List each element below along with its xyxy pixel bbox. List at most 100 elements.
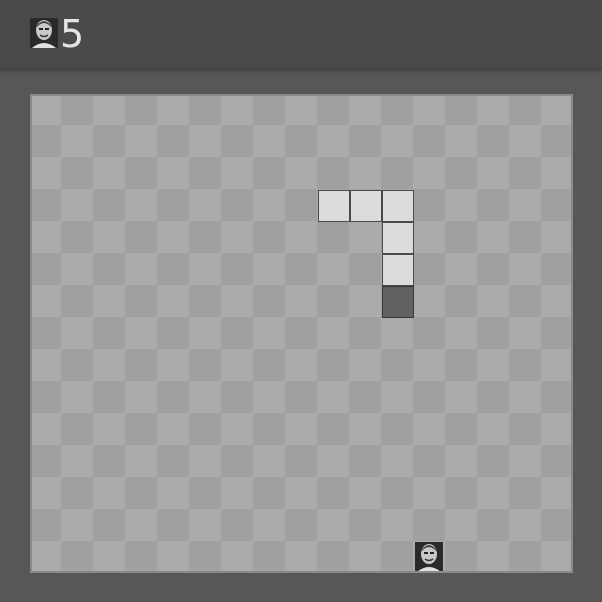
board-tile xyxy=(285,381,317,413)
board-tile xyxy=(189,125,221,157)
board-tile xyxy=(509,509,541,541)
board-tile xyxy=(541,96,571,125)
board-tile xyxy=(477,125,509,157)
board-tile xyxy=(541,253,571,285)
board-tile xyxy=(253,541,285,571)
board-tile xyxy=(189,96,221,125)
board-tile xyxy=(477,445,509,477)
board-tile xyxy=(349,96,381,125)
board-tile xyxy=(189,413,221,445)
board-tile xyxy=(157,477,189,509)
board-tile xyxy=(125,381,157,413)
board-tile xyxy=(125,96,157,125)
board-tile xyxy=(32,477,61,509)
board-tile xyxy=(32,317,61,349)
board-tile xyxy=(285,96,317,125)
board-tile xyxy=(125,477,157,509)
board-tile xyxy=(93,413,125,445)
board-tile xyxy=(477,349,509,381)
board-tile xyxy=(93,285,125,317)
board-tile xyxy=(317,253,349,285)
board-tile xyxy=(541,477,571,509)
board-tile xyxy=(221,445,253,477)
board-tile xyxy=(61,541,93,571)
board-tile xyxy=(125,541,157,571)
board-tile xyxy=(189,285,221,317)
board-tile xyxy=(93,253,125,285)
board-tile xyxy=(413,96,445,125)
board-tile xyxy=(93,125,125,157)
board-tile xyxy=(189,509,221,541)
board-tile xyxy=(125,285,157,317)
board-tile xyxy=(32,285,61,317)
board-tile xyxy=(253,96,285,125)
board-tile xyxy=(413,317,445,349)
board-tile xyxy=(32,96,61,125)
board-tile xyxy=(285,477,317,509)
board-tile xyxy=(349,541,381,571)
board-tile xyxy=(477,285,509,317)
board-tile xyxy=(381,509,413,541)
snake-segment xyxy=(382,254,414,286)
board-tile xyxy=(189,445,221,477)
board-tile xyxy=(509,96,541,125)
board-tile xyxy=(381,413,413,445)
board-tile xyxy=(221,96,253,125)
board-tile xyxy=(317,541,349,571)
board-tile xyxy=(413,285,445,317)
snake-segment xyxy=(382,190,414,222)
board-tile xyxy=(541,157,571,189)
board-tile xyxy=(61,413,93,445)
board-tile xyxy=(477,541,509,571)
board-tile xyxy=(317,413,349,445)
board-tile xyxy=(381,477,413,509)
board-tile xyxy=(32,445,61,477)
game-board[interactable] xyxy=(30,94,573,573)
board-tile xyxy=(477,189,509,221)
board-tile xyxy=(157,445,189,477)
board-tile xyxy=(125,445,157,477)
board-tile xyxy=(381,381,413,413)
board-tile xyxy=(509,381,541,413)
board-tile xyxy=(317,125,349,157)
board-tile xyxy=(61,253,93,285)
board-tile xyxy=(509,317,541,349)
board-tile xyxy=(541,189,571,221)
board-tile xyxy=(317,445,349,477)
board-tile xyxy=(125,413,157,445)
board-tile xyxy=(509,541,541,571)
board-tile xyxy=(413,413,445,445)
board-tile xyxy=(317,349,349,381)
board-tile xyxy=(189,349,221,381)
board-tile xyxy=(445,157,477,189)
board-tile xyxy=(413,125,445,157)
board-tile xyxy=(221,509,253,541)
board-tile xyxy=(349,125,381,157)
board-tile xyxy=(477,96,509,125)
board-tile xyxy=(541,349,571,381)
board-tile xyxy=(189,541,221,571)
board-tile xyxy=(157,96,189,125)
board-tile xyxy=(445,285,477,317)
board-tile xyxy=(477,509,509,541)
board-tile xyxy=(125,157,157,189)
board-tile xyxy=(509,125,541,157)
snake-segment xyxy=(350,190,382,222)
board-tile xyxy=(253,221,285,253)
board-tile xyxy=(189,381,221,413)
board-tile xyxy=(349,317,381,349)
board-tile xyxy=(349,349,381,381)
board-tile xyxy=(509,189,541,221)
board-tile xyxy=(189,253,221,285)
board-tile xyxy=(413,445,445,477)
board-tile xyxy=(541,381,571,413)
board-tile xyxy=(253,125,285,157)
board-tile xyxy=(157,413,189,445)
board-tile xyxy=(253,477,285,509)
board-tile xyxy=(189,477,221,509)
board-tile xyxy=(445,221,477,253)
board-tile xyxy=(349,253,381,285)
board-tile xyxy=(413,253,445,285)
board-tile xyxy=(413,381,445,413)
board-tile xyxy=(381,317,413,349)
